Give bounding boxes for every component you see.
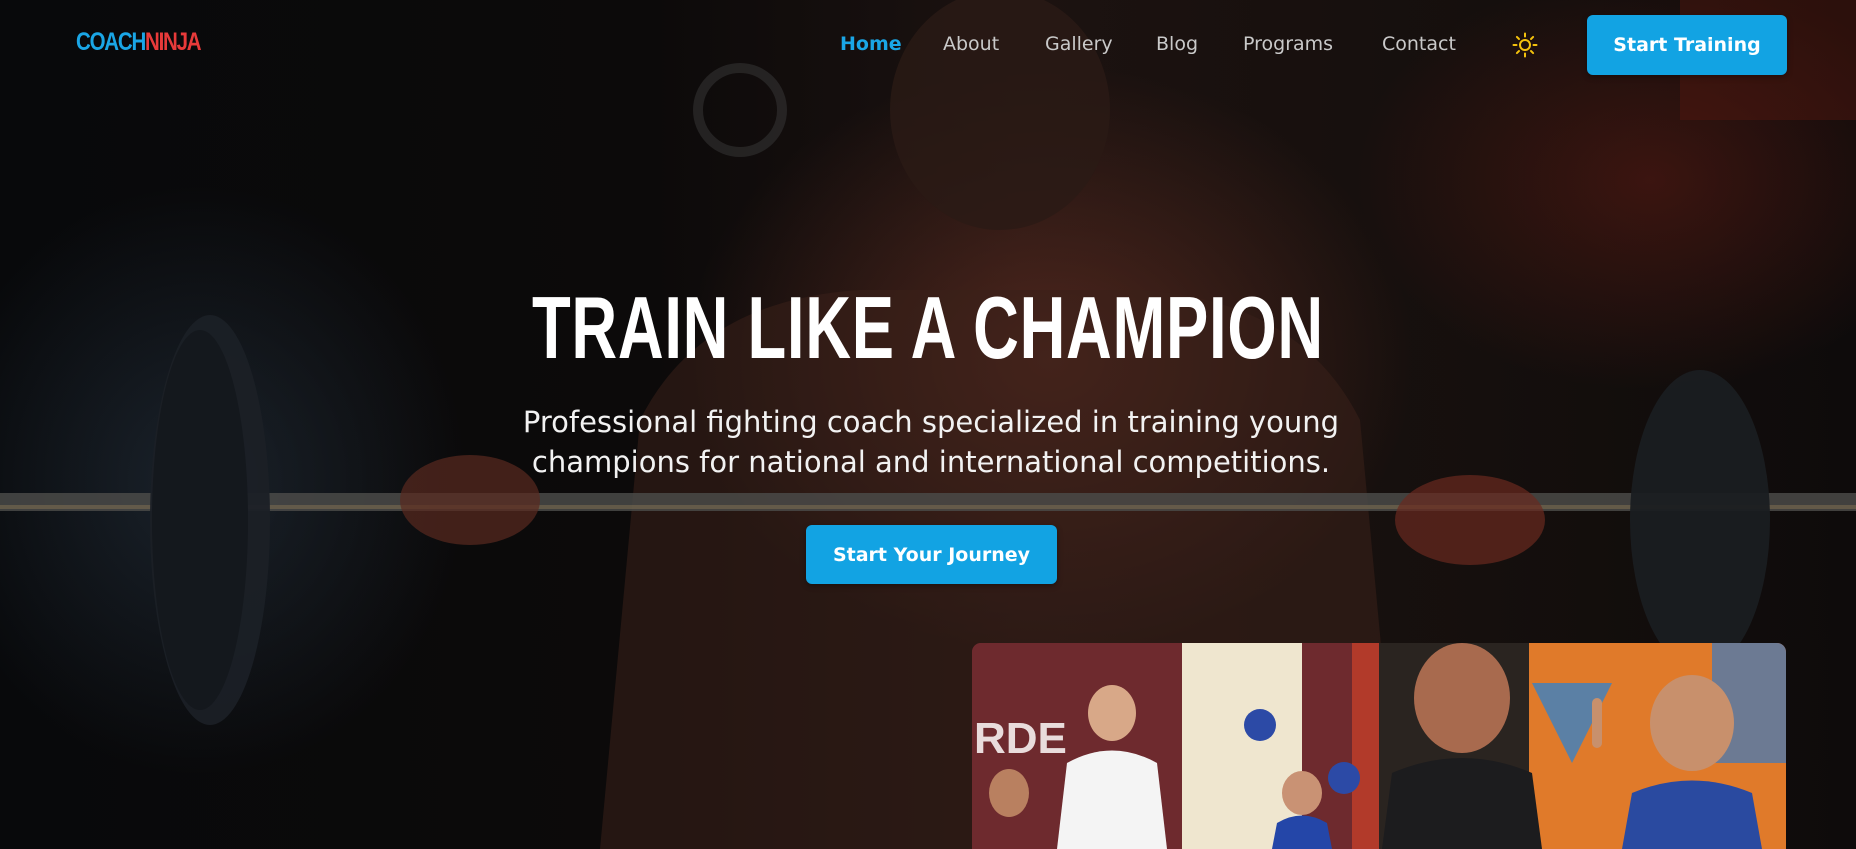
logo-part-ninja: NINJA xyxy=(145,28,202,56)
sun-icon[interactable] xyxy=(1512,32,1538,58)
logo[interactable]: COACHNINJA xyxy=(76,28,202,57)
logo-part-coach: COACH xyxy=(76,28,146,56)
nav-about[interactable]: About xyxy=(943,33,999,55)
nav-contact[interactable]: Contact xyxy=(1382,33,1456,55)
training-photo: RDE xyxy=(972,643,1786,849)
start-training-button[interactable]: Start Training xyxy=(1587,15,1787,75)
nav-gallery[interactable]: Gallery xyxy=(1045,33,1113,55)
hero-subtitle-line-1: Professional fighting coach specialized … xyxy=(522,405,1340,439)
hero-title: TRAIN LIKE A CHAMPION xyxy=(0,284,1856,372)
nav-programs[interactable]: Programs xyxy=(1243,33,1333,55)
nav-home[interactable]: Home xyxy=(840,33,902,55)
hero-title-text: TRAIN LIKE A CHAMPION xyxy=(532,278,1324,377)
start-journey-button[interactable]: Start Your Journey xyxy=(806,525,1057,584)
hero-subtitle-line-2: champions for national and international… xyxy=(531,445,1331,479)
hero-subtitle: Professional fighting coach specialized … xyxy=(478,402,1384,482)
nav-blog[interactable]: Blog xyxy=(1156,33,1198,55)
photo-sign-text: RDE xyxy=(974,714,1067,763)
